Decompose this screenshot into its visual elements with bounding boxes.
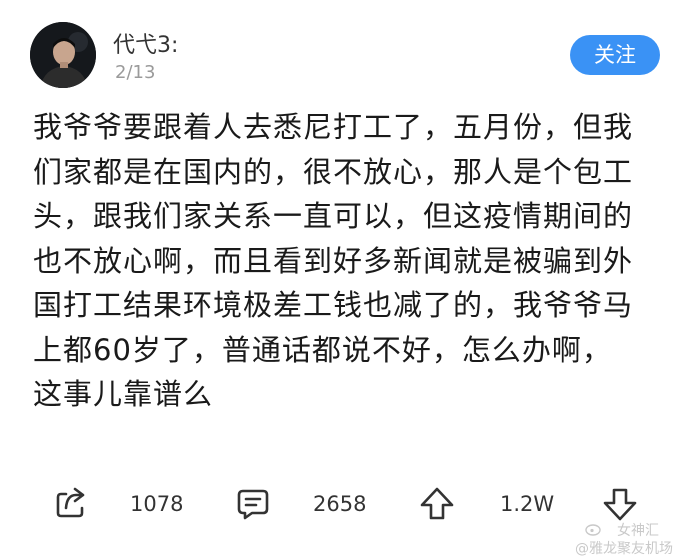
downvote-icon[interactable] xyxy=(602,486,638,522)
post-line: 头，跟我们家关系一直可以，但这疫情期间的 xyxy=(33,199,634,233)
follow-button[interactable]: 关注 xyxy=(570,35,660,75)
upvote-icon[interactable] xyxy=(419,486,455,522)
upvote-count: 1.2W xyxy=(500,492,555,516)
comment-count: 2658 xyxy=(313,492,367,516)
watermark: 女神汇 @雅龙聚友机场 xyxy=(545,520,685,557)
share-count: 1078 xyxy=(130,492,184,516)
post-content: 我爷爷要跟着人去悉尼打工了，五月份，但我 们家都是在国内的，很不放心，那人是个包… xyxy=(33,105,673,417)
post-line: 上都60岁了，普通话都说不好，怎么办啊， xyxy=(33,332,612,367)
post-date: 2/13 xyxy=(115,62,156,83)
post-header: 代弋3: 2/13 关注 xyxy=(0,0,690,100)
post-line: 我爷爷要跟着人去悉尼打工了，五月份，但我 xyxy=(33,110,634,144)
weibo-logo-icon xyxy=(585,524,601,536)
author-name[interactable]: 代弋3: xyxy=(113,27,178,59)
post-line: 也不放心啊，而且看到好多新闻就是被骗到外 xyxy=(33,243,634,278)
post-line: 这事儿靠谱么 xyxy=(33,377,214,411)
share-icon[interactable] xyxy=(52,486,88,522)
avatar[interactable] xyxy=(30,22,96,88)
comment-icon[interactable] xyxy=(235,486,271,522)
post-line: 们家都是在国内的，很不放心，那人是个包工 xyxy=(33,154,634,189)
watermark-line: 女神汇 xyxy=(617,523,659,539)
post-line: 国打工结果环境极差工钱也减了的，我爷爷马 xyxy=(33,288,634,322)
watermark-line: @雅龙聚友机场 xyxy=(575,541,673,557)
